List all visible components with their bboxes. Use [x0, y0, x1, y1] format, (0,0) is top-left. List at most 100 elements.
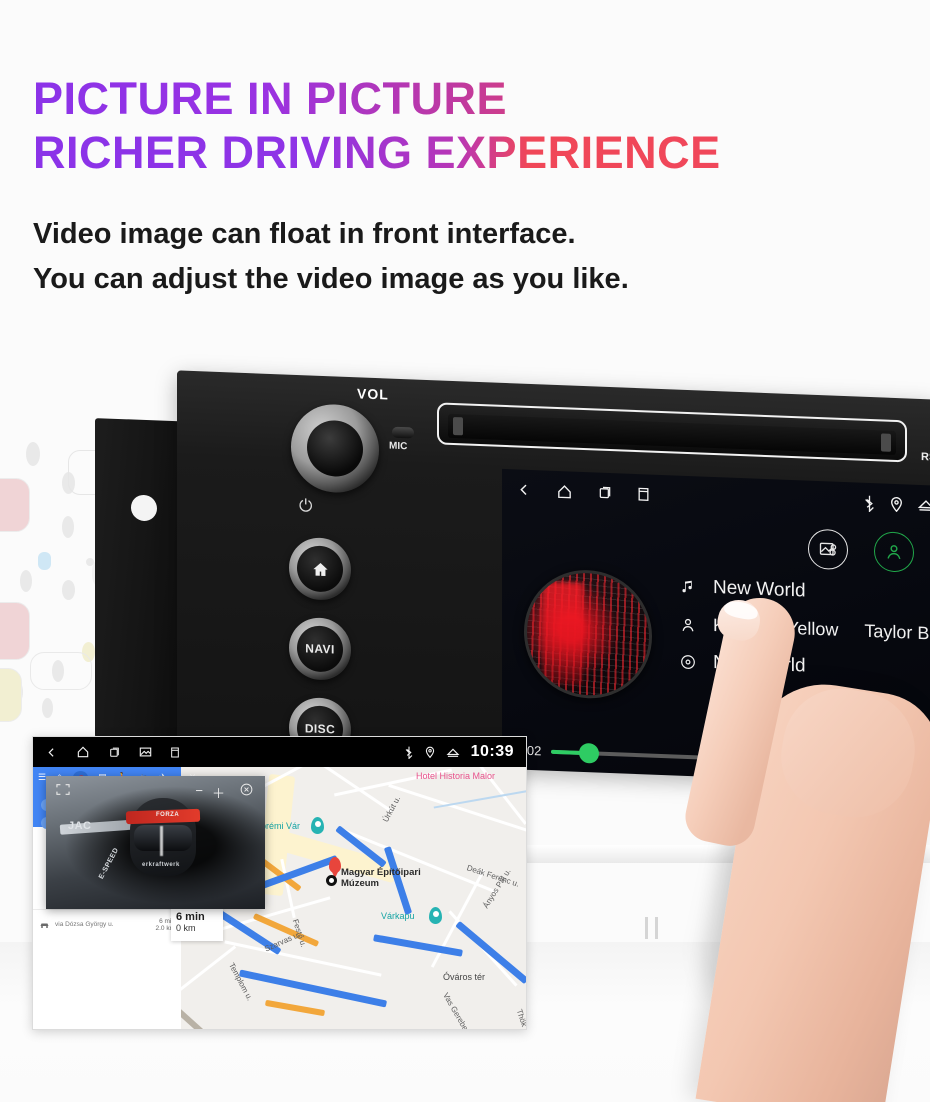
location-icon [425, 746, 435, 758]
cd-slot-nub-right [881, 433, 891, 452]
eta-popup: 6 min 0 km [171, 907, 223, 941]
back-icon[interactable] [516, 481, 532, 498]
home-hardware-button[interactable] [289, 536, 351, 602]
map-label-poi-1: prémi Vár [261, 821, 301, 831]
route-summary-card[interactable]: via Dózsa György u. 6 min 2.0 km [33, 909, 181, 939]
street-label: Szarvas u. [263, 930, 302, 954]
volume-knob[interactable] [291, 402, 379, 495]
eject-icon[interactable] [917, 498, 930, 513]
track-title: New World [713, 576, 806, 602]
car-route-icon [39, 916, 50, 934]
car-head-unit: VOL MIC ⏻ NAVI DISC RST New World Krewel… [95, 370, 930, 813]
helmet-visor [134, 825, 192, 851]
next-track-icon-panel[interactable] [781, 915, 809, 946]
power-icon[interactable]: ⏻ [299, 496, 312, 516]
reset-label: RST [921, 450, 930, 464]
playback-progress[interactable]: 0:02 [516, 742, 930, 776]
map-label-hotel: Hotel Historia Malor [416, 771, 496, 781]
track-artist-row: Krewella/Yellow Taylor B... [677, 614, 930, 647]
pause-icon-panel[interactable] [641, 915, 663, 946]
home-icon[interactable] [556, 482, 573, 500]
bluetooth-icon [863, 494, 876, 512]
street-label: Vas Gereben u. [441, 991, 477, 1030]
video-frame: FORZA JAC E-SPEED erkraftwerk [46, 776, 265, 909]
pip-clock: 10:39 [470, 743, 514, 760]
head-unit-faceplate: VOL MIC ⏻ NAVI DISC RST New World Krewel… [177, 370, 930, 813]
page-title: PICTURE IN PICTURE RICHER DRIVING EXPERI… [33, 72, 721, 180]
current-location-dot [326, 875, 337, 886]
gallery-icon[interactable] [139, 746, 152, 758]
recents-icon[interactable] [597, 485, 613, 502]
location-icon [890, 496, 903, 513]
helmet-shine [160, 826, 163, 856]
disc-icon [677, 653, 699, 672]
pip-navigation-window[interactable]: 10:39 Hotel Historia Malor prémi Vár Vár… [32, 736, 527, 1030]
display-status-bar: 10:28 [502, 469, 930, 529]
volume-label: VOL [357, 385, 389, 403]
video-text-erkraftwerk: erkraftwerk [142, 862, 180, 868]
faceplate-transport [707, 785, 930, 848]
display-top-actions [808, 528, 930, 576]
progress-handle[interactable] [578, 742, 599, 764]
bluetooth-icon [404, 746, 414, 759]
eta-distance: 0 km [176, 923, 196, 933]
video-text-forza: FORZA [156, 812, 180, 818]
cd-slot[interactable] [437, 402, 907, 463]
subheadline: Video image can float in front interface… [33, 212, 629, 302]
route-via-label: via Dózsa György u. [55, 921, 114, 928]
subheadline-line-1: Video image can float in front interface… [33, 218, 576, 250]
music-note-icon [677, 578, 699, 597]
headline-line-2: RICHER DRIVING EXPERIENCE [33, 127, 721, 178]
progress-track[interactable] [551, 742, 930, 771]
map-label-poi-2: Várkapu [381, 911, 415, 921]
track-title-row: New World [677, 576, 930, 610]
zoom-out-icon[interactable]: − [195, 783, 203, 798]
video-text-jac: JAC [68, 820, 92, 832]
artist-icon [677, 615, 699, 634]
track-album: New World [713, 651, 806, 677]
destination-pin[interactable] [329, 857, 341, 878]
sd-card-icon[interactable] [637, 486, 650, 502]
glass-edge [520, 845, 930, 863]
pause-icon[interactable] [707, 792, 727, 821]
floating-video-window[interactable]: FORZA JAC E-SPEED erkraftwerk − ＋ [46, 776, 265, 909]
back-icon[interactable] [45, 746, 58, 759]
cd-slot-nub-left [453, 417, 463, 436]
pip-content[interactable]: Hotel Historia Malor prémi Vár Várkapu M… [33, 767, 526, 1030]
street-label: Templom u. [227, 961, 255, 1003]
track-album-row: New World [677, 651, 930, 685]
sd-card-icon[interactable] [170, 746, 180, 759]
street-label: Úrkút u. [381, 794, 403, 824]
close-icon[interactable] [240, 783, 253, 799]
house-icon [297, 545, 343, 593]
video-text-espeed: E-SPEED [97, 846, 121, 881]
zoom-in-icon[interactable]: ＋ [212, 783, 225, 802]
bracket-hole [131, 494, 157, 522]
map-poi-marker[interactable] [429, 907, 442, 924]
recents-icon[interactable] [108, 746, 121, 759]
track-artist-second: Taylor B... [864, 620, 930, 644]
subheadline-line-2: You can adjust the video image as you li… [33, 263, 629, 295]
map-label-ovaros: Óváros tér [443, 972, 486, 982]
headline-line-1: PICTURE IN PICTURE [33, 72, 721, 126]
head-unit-display[interactable]: 10:28 [502, 468, 930, 789]
expand-icon[interactable] [55, 783, 71, 796]
page-root: PICTURE IN PICTURE RICHER DRIVING EXPERI… [0, 0, 930, 1102]
eta-duration: 6 min [176, 911, 205, 923]
microphone-hole [392, 426, 414, 439]
home-icon[interactable] [76, 745, 90, 759]
now-playing-info: New World Krewella/Yellow Taylor B... Ne… [677, 576, 930, 701]
menu-icon[interactable]: ☰ [38, 772, 46, 783]
person-icon[interactable] [874, 531, 914, 573]
mic-label: MIC [389, 440, 408, 453]
panel-transport-controls [520, 870, 930, 990]
map-poi-marker[interactable] [311, 817, 324, 834]
navi-button-label: NAVI [297, 625, 343, 673]
street-label: Thök [514, 1008, 526, 1028]
eject-icon[interactable] [446, 747, 460, 758]
map-label-destination: Magyar Építőipari Múzeum [341, 867, 421, 889]
pip-status-bar: 10:39 [33, 737, 526, 767]
track-artist: Krewella/Yellow [713, 614, 839, 640]
image-icon[interactable] [808, 528, 848, 571]
navi-hardware-button[interactable]: NAVI [289, 616, 351, 682]
